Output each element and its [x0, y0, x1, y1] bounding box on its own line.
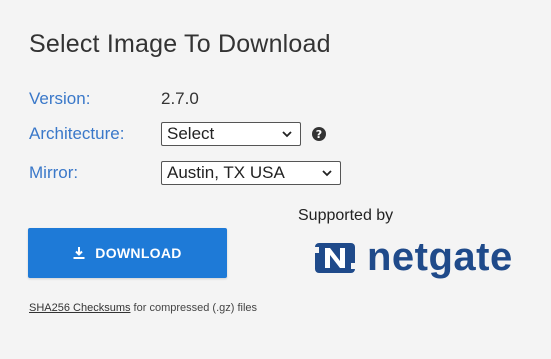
version-label: Version: [29, 89, 91, 108]
netgate-logo-icon [313, 243, 357, 273]
mirror-selected-value: Austin, TX USA [167, 163, 285, 182]
chevron-down-icon [282, 131, 292, 138]
sha256-checksums-link[interactable]: SHA256 Checksums [29, 302, 131, 314]
architecture-selected-value: Select [167, 124, 215, 143]
supported-by-text: Supported by [298, 207, 394, 224]
architecture-label: Architecture: [29, 124, 125, 143]
version-row: Version: 2.7.0 [29, 86, 199, 112]
download-button-label: DOWNLOAD [95, 245, 182, 261]
download-button[interactable]: DOWNLOAD [28, 228, 227, 278]
architecture-row: Architecture: Select ? [29, 121, 326, 147]
architecture-select[interactable]: Select [161, 122, 301, 146]
checksum-note: SHA256 Checksums for compressed (.gz) fi… [29, 302, 257, 314]
checksum-note-text: for compressed (.gz) files [130, 302, 258, 314]
netgate-logo-text: netgate [367, 235, 513, 279]
netgate-logo[interactable]: netgate [313, 237, 513, 277]
download-icon [73, 247, 85, 259]
version-value: 2.7.0 [161, 89, 199, 108]
mirror-label: Mirror: [29, 163, 79, 182]
mirror-row: Mirror: Austin, TX USA [29, 160, 341, 186]
question-circle-icon[interactable]: ? [312, 127, 326, 141]
page-title: Select Image To Download [29, 30, 331, 58]
mirror-select[interactable]: Austin, TX USA [161, 161, 341, 185]
chevron-down-icon [322, 170, 332, 177]
